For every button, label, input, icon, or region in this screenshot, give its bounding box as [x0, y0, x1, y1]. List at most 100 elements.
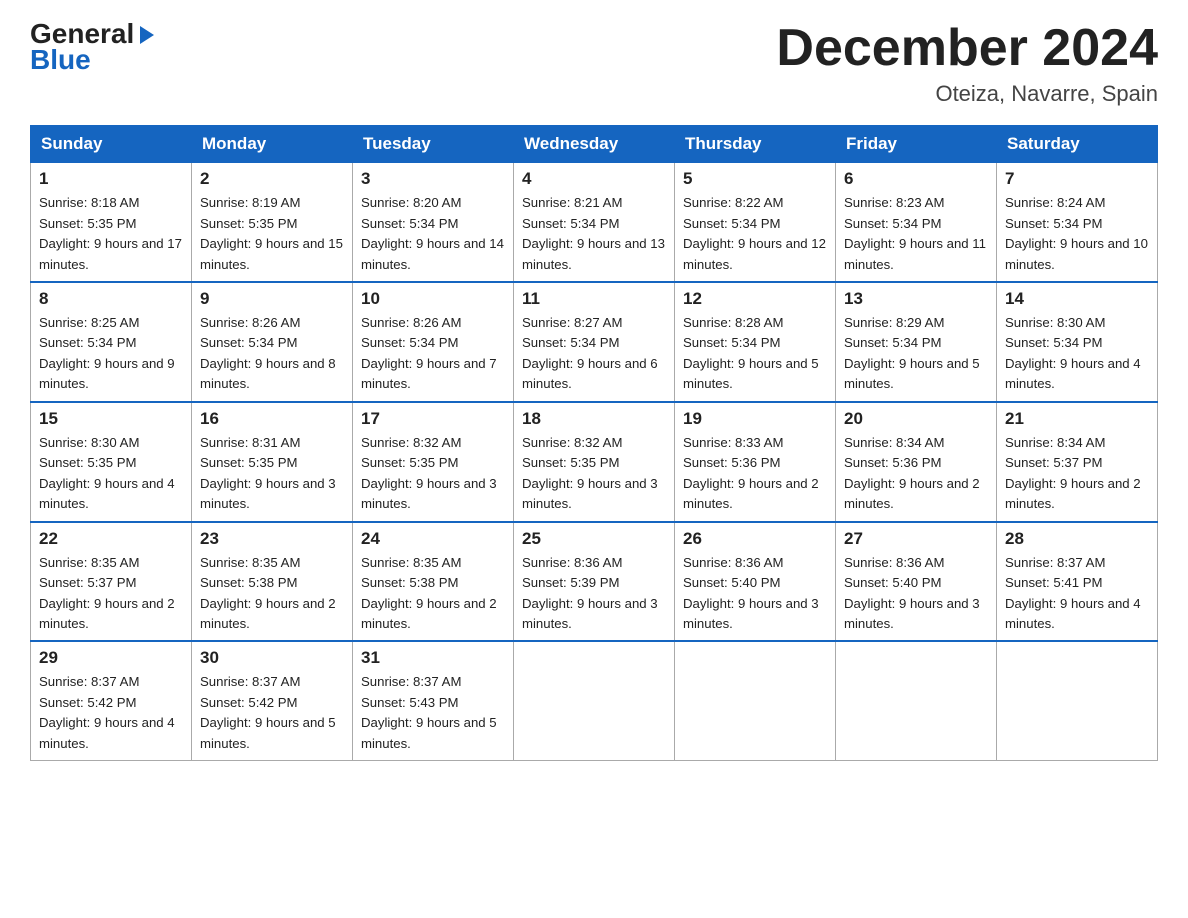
day-info: Sunrise: 8:35 AM Sunset: 5:38 PM Dayligh…: [361, 553, 505, 635]
header-saturday: Saturday: [997, 126, 1158, 163]
calendar-day-cell: 27 Sunrise: 8:36 AM Sunset: 5:40 PM Dayl…: [836, 522, 997, 642]
logo-blue: Blue: [30, 44, 91, 76]
day-number: 27: [844, 529, 988, 549]
day-info: Sunrise: 8:28 AM Sunset: 5:34 PM Dayligh…: [683, 313, 827, 395]
day-info: Sunrise: 8:36 AM Sunset: 5:40 PM Dayligh…: [844, 553, 988, 635]
day-number: 28: [1005, 529, 1149, 549]
day-info: Sunrise: 8:37 AM Sunset: 5:41 PM Dayligh…: [1005, 553, 1149, 635]
calendar-table: SundayMondayTuesdayWednesdayThursdayFrid…: [30, 125, 1158, 761]
day-number: 11: [522, 289, 666, 309]
calendar-day-cell: [836, 641, 997, 760]
day-number: 26: [683, 529, 827, 549]
calendar-day-cell: 5 Sunrise: 8:22 AM Sunset: 5:34 PM Dayli…: [675, 163, 836, 282]
header-monday: Monday: [192, 126, 353, 163]
calendar-day-cell: 18 Sunrise: 8:32 AM Sunset: 5:35 PM Dayl…: [514, 402, 675, 522]
day-info: Sunrise: 8:37 AM Sunset: 5:43 PM Dayligh…: [361, 672, 505, 754]
calendar-day-cell: 16 Sunrise: 8:31 AM Sunset: 5:35 PM Dayl…: [192, 402, 353, 522]
day-info: Sunrise: 8:29 AM Sunset: 5:34 PM Dayligh…: [844, 313, 988, 395]
day-info: Sunrise: 8:25 AM Sunset: 5:34 PM Dayligh…: [39, 313, 183, 395]
day-number: 18: [522, 409, 666, 429]
calendar-day-cell: 24 Sunrise: 8:35 AM Sunset: 5:38 PM Dayl…: [353, 522, 514, 642]
day-info: Sunrise: 8:32 AM Sunset: 5:35 PM Dayligh…: [522, 433, 666, 515]
calendar-week-row: 22 Sunrise: 8:35 AM Sunset: 5:37 PM Dayl…: [31, 522, 1158, 642]
day-number: 19: [683, 409, 827, 429]
logo-arrow-icon: [136, 24, 158, 46]
calendar-day-cell: 4 Sunrise: 8:21 AM Sunset: 5:34 PM Dayli…: [514, 163, 675, 282]
day-info: Sunrise: 8:27 AM Sunset: 5:34 PM Dayligh…: [522, 313, 666, 395]
calendar-day-cell: 13 Sunrise: 8:29 AM Sunset: 5:34 PM Dayl…: [836, 282, 997, 402]
calendar-day-cell: 26 Sunrise: 8:36 AM Sunset: 5:40 PM Dayl…: [675, 522, 836, 642]
calendar-day-cell: 30 Sunrise: 8:37 AM Sunset: 5:42 PM Dayl…: [192, 641, 353, 760]
day-number: 13: [844, 289, 988, 309]
day-number: 24: [361, 529, 505, 549]
calendar-day-cell: 2 Sunrise: 8:19 AM Sunset: 5:35 PM Dayli…: [192, 163, 353, 282]
day-number: 15: [39, 409, 183, 429]
calendar-day-cell: 3 Sunrise: 8:20 AM Sunset: 5:34 PM Dayli…: [353, 163, 514, 282]
calendar-day-cell: 23 Sunrise: 8:35 AM Sunset: 5:38 PM Dayl…: [192, 522, 353, 642]
day-number: 1: [39, 169, 183, 189]
day-info: Sunrise: 8:18 AM Sunset: 5:35 PM Dayligh…: [39, 193, 183, 275]
day-number: 5: [683, 169, 827, 189]
month-title: December 2024: [776, 20, 1158, 77]
calendar-week-row: 1 Sunrise: 8:18 AM Sunset: 5:35 PM Dayli…: [31, 163, 1158, 282]
calendar-day-cell: 8 Sunrise: 8:25 AM Sunset: 5:34 PM Dayli…: [31, 282, 192, 402]
day-number: 2: [200, 169, 344, 189]
calendar-day-cell: 15 Sunrise: 8:30 AM Sunset: 5:35 PM Dayl…: [31, 402, 192, 522]
calendar-day-cell: 19 Sunrise: 8:33 AM Sunset: 5:36 PM Dayl…: [675, 402, 836, 522]
calendar-day-cell: 31 Sunrise: 8:37 AM Sunset: 5:43 PM Dayl…: [353, 641, 514, 760]
day-info: Sunrise: 8:31 AM Sunset: 5:35 PM Dayligh…: [200, 433, 344, 515]
calendar-day-cell: 1 Sunrise: 8:18 AM Sunset: 5:35 PM Dayli…: [31, 163, 192, 282]
calendar-day-cell: 28 Sunrise: 8:37 AM Sunset: 5:41 PM Dayl…: [997, 522, 1158, 642]
day-number: 17: [361, 409, 505, 429]
day-number: 10: [361, 289, 505, 309]
calendar-day-cell: 21 Sunrise: 8:34 AM Sunset: 5:37 PM Dayl…: [997, 402, 1158, 522]
logo: General Blue: [30, 20, 158, 76]
calendar-day-cell: 20 Sunrise: 8:34 AM Sunset: 5:36 PM Dayl…: [836, 402, 997, 522]
calendar-week-row: 15 Sunrise: 8:30 AM Sunset: 5:35 PM Dayl…: [31, 402, 1158, 522]
day-number: 4: [522, 169, 666, 189]
day-info: Sunrise: 8:20 AM Sunset: 5:34 PM Dayligh…: [361, 193, 505, 275]
calendar-week-row: 29 Sunrise: 8:37 AM Sunset: 5:42 PM Dayl…: [31, 641, 1158, 760]
day-number: 23: [200, 529, 344, 549]
day-info: Sunrise: 8:36 AM Sunset: 5:40 PM Dayligh…: [683, 553, 827, 635]
day-number: 6: [844, 169, 988, 189]
header-thursday: Thursday: [675, 126, 836, 163]
location: Oteiza, Navarre, Spain: [776, 81, 1158, 107]
calendar-day-cell: 11 Sunrise: 8:27 AM Sunset: 5:34 PM Dayl…: [514, 282, 675, 402]
day-number: 25: [522, 529, 666, 549]
day-info: Sunrise: 8:34 AM Sunset: 5:37 PM Dayligh…: [1005, 433, 1149, 515]
day-info: Sunrise: 8:37 AM Sunset: 5:42 PM Dayligh…: [200, 672, 344, 754]
calendar-week-row: 8 Sunrise: 8:25 AM Sunset: 5:34 PM Dayli…: [31, 282, 1158, 402]
calendar-day-cell: 10 Sunrise: 8:26 AM Sunset: 5:34 PM Dayl…: [353, 282, 514, 402]
header-wednesday: Wednesday: [514, 126, 675, 163]
day-number: 8: [39, 289, 183, 309]
calendar-day-cell: 12 Sunrise: 8:28 AM Sunset: 5:34 PM Dayl…: [675, 282, 836, 402]
calendar-header-row: SundayMondayTuesdayWednesdayThursdayFrid…: [31, 126, 1158, 163]
calendar-day-cell: [675, 641, 836, 760]
header-sunday: Sunday: [31, 126, 192, 163]
day-info: Sunrise: 8:26 AM Sunset: 5:34 PM Dayligh…: [361, 313, 505, 395]
day-info: Sunrise: 8:37 AM Sunset: 5:42 PM Dayligh…: [39, 672, 183, 754]
page-header: General Blue December 2024 Oteiza, Navar…: [30, 20, 1158, 107]
day-info: Sunrise: 8:34 AM Sunset: 5:36 PM Dayligh…: [844, 433, 988, 515]
day-number: 29: [39, 648, 183, 668]
day-number: 9: [200, 289, 344, 309]
calendar-day-cell: 22 Sunrise: 8:35 AM Sunset: 5:37 PM Dayl…: [31, 522, 192, 642]
calendar-day-cell: 7 Sunrise: 8:24 AM Sunset: 5:34 PM Dayli…: [997, 163, 1158, 282]
day-number: 20: [844, 409, 988, 429]
header-tuesday: Tuesday: [353, 126, 514, 163]
calendar-day-cell: 6 Sunrise: 8:23 AM Sunset: 5:34 PM Dayli…: [836, 163, 997, 282]
calendar-day-cell: 9 Sunrise: 8:26 AM Sunset: 5:34 PM Dayli…: [192, 282, 353, 402]
day-number: 21: [1005, 409, 1149, 429]
header-friday: Friday: [836, 126, 997, 163]
calendar-day-cell: 14 Sunrise: 8:30 AM Sunset: 5:34 PM Dayl…: [997, 282, 1158, 402]
day-info: Sunrise: 8:22 AM Sunset: 5:34 PM Dayligh…: [683, 193, 827, 275]
day-number: 16: [200, 409, 344, 429]
calendar-day-cell: 29 Sunrise: 8:37 AM Sunset: 5:42 PM Dayl…: [31, 641, 192, 760]
day-info: Sunrise: 8:19 AM Sunset: 5:35 PM Dayligh…: [200, 193, 344, 275]
day-number: 31: [361, 648, 505, 668]
day-info: Sunrise: 8:26 AM Sunset: 5:34 PM Dayligh…: [200, 313, 344, 395]
day-info: Sunrise: 8:36 AM Sunset: 5:39 PM Dayligh…: [522, 553, 666, 635]
day-info: Sunrise: 8:30 AM Sunset: 5:35 PM Dayligh…: [39, 433, 183, 515]
day-info: Sunrise: 8:30 AM Sunset: 5:34 PM Dayligh…: [1005, 313, 1149, 395]
